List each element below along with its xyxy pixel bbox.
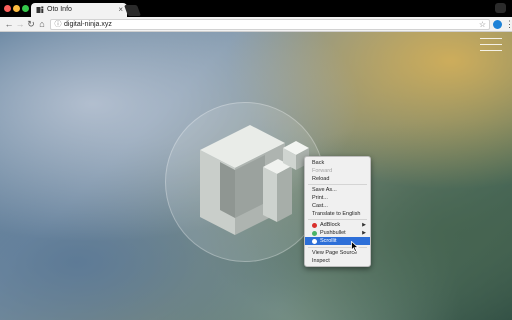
menu-item-save-as[interactable]: Save As... [305,186,370,194]
tab-title: Oto Info [47,6,72,13]
home-icon[interactable]: ⌂ [36,18,48,30]
browser-menu-icon[interactable]: ⋮ [505,18,512,30]
menu-item-cast[interactable]: Cast... [305,202,370,210]
menu-item-pushbullet[interactable]: Pushbullet ▶ [305,229,370,237]
menu-item-inspect[interactable]: Inspect [305,257,370,265]
site-info-icon[interactable]: ⓘ [54,20,62,29]
tab-active[interactable]: Oto Info × [31,3,127,17]
menu-item-adblock[interactable]: AdBlock ▶ [305,221,370,229]
menu-item-translate[interactable]: Translate to English [305,210,370,218]
menu-item-reload[interactable]: Reload [305,175,370,183]
menu-item-label: Scrollit [320,238,337,244]
menu-item-forward[interactable]: Forward [305,167,370,175]
menu-separator [308,219,367,220]
page-viewport: Back Forward Reload Save As... Print... … [0,32,512,320]
address-bar[interactable]: ⓘ digital-ninja.xyz ☆ [50,19,490,30]
minimize-window-button[interactable] [13,5,20,12]
new-tab-button[interactable] [123,5,142,16]
submenu-arrow-icon: ▶ [362,222,366,228]
scrollit-extension-icon[interactable] [493,20,502,29]
tab-strip: Oto Info × [0,0,512,17]
menu-item-label: AdBlock [320,222,341,228]
bookmark-star-icon[interactable]: ☆ [479,20,486,29]
scrollit-icon [312,238,317,244]
oto-logo-icon [36,6,44,13]
mouse-cursor-icon [351,241,359,252]
menu-item-label: Pushbullet [320,230,346,236]
adblock-icon [312,222,317,228]
context-menu: Back Forward Reload Save As... Print... … [304,156,371,267]
menu-item-scrollit[interactable]: Scrollit [305,237,370,245]
submenu-arrow-icon: ▶ [362,230,366,236]
profile-button[interactable] [495,3,506,13]
menu-separator [308,184,367,185]
url-text[interactable]: digital-ninja.xyz [64,20,112,29]
tab-close-icon[interactable]: × [118,5,123,15]
menu-item-back[interactable]: Back [305,159,370,167]
browser-toolbar: ← → ↻ ⌂ ⓘ digital-ninja.xyz ☆ ⋮ [0,17,512,32]
pushbullet-icon [312,230,317,236]
menu-item-view-source[interactable]: View Page Source [305,249,370,257]
close-window-button[interactable] [4,5,11,12]
hamburger-icon[interactable] [480,38,502,51]
maximize-window-button[interactable] [22,5,29,12]
menu-item-print[interactable]: Print... [305,194,370,202]
